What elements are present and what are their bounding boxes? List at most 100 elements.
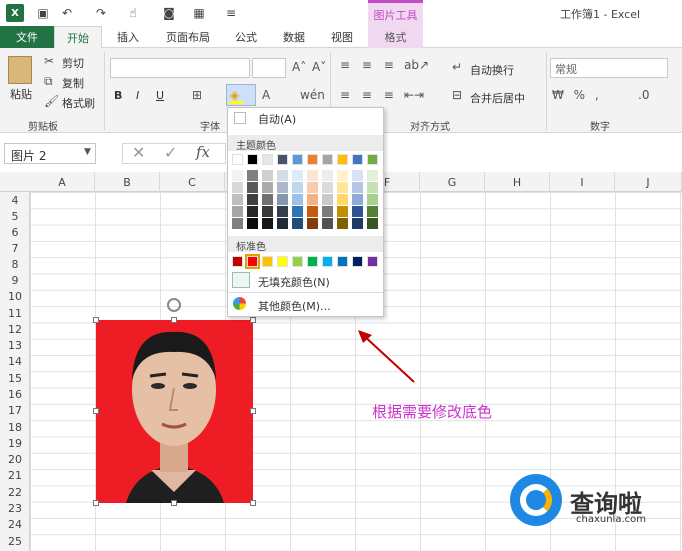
resize-handle[interactable] (250, 500, 256, 506)
id-photo[interactable] (96, 320, 253, 503)
color-swatch[interactable] (292, 182, 303, 193)
row-header[interactable]: 9 (0, 272, 30, 288)
phonetic-icon[interactable]: wén (300, 88, 325, 102)
color-swatch[interactable] (367, 256, 378, 267)
no-fill-option[interactable]: 无填充颜色(N) (258, 274, 330, 290)
color-swatch[interactable] (367, 218, 378, 229)
color-swatch[interactable] (352, 218, 363, 229)
resize-handle[interactable] (93, 500, 99, 506)
color-swatch[interactable] (337, 154, 348, 165)
color-swatch[interactable] (292, 218, 303, 229)
column-header[interactable]: G (420, 172, 485, 192)
row-header[interactable]: 14 (0, 353, 30, 369)
color-swatch[interactable] (277, 182, 288, 193)
color-swatch[interactable] (292, 170, 303, 181)
paste-icon[interactable] (8, 56, 32, 84)
cut-button[interactable]: 剪切 (62, 55, 84, 71)
underline-button[interactable]: U (156, 89, 164, 102)
insert-function-button[interactable]: fx (196, 143, 210, 161)
resize-handle[interactable] (250, 408, 256, 414)
color-swatch[interactable] (322, 170, 333, 181)
bold-button[interactable]: B (114, 89, 122, 102)
color-swatch-selected[interactable] (245, 254, 260, 269)
color-swatch[interactable] (247, 218, 258, 229)
row-header[interactable]: 7 (0, 240, 30, 256)
color-swatch[interactable] (262, 154, 273, 165)
row-header[interactable]: 21 (0, 467, 30, 483)
format-painter-button[interactable]: 格式刷 (62, 95, 95, 111)
color-swatch[interactable] (277, 194, 288, 205)
cancel-icon[interactable]: ✕ (132, 143, 145, 162)
color-swatch[interactable] (322, 256, 333, 267)
row-header[interactable]: 24 (0, 516, 30, 532)
merge-center-button[interactable]: 合并后居中 (470, 90, 525, 106)
color-swatch[interactable] (322, 218, 333, 229)
row-header[interactable]: 12 (0, 321, 30, 337)
color-swatch[interactable] (292, 206, 303, 217)
number-format-icons[interactable]: ₩ % , (552, 88, 602, 102)
color-swatch[interactable] (367, 182, 378, 193)
resize-handle[interactable] (171, 317, 177, 323)
grow-font-icon[interactable]: A˄ (292, 60, 306, 74)
color-swatch[interactable] (307, 194, 318, 205)
row-header[interactable]: 8 (0, 256, 30, 272)
tab-format[interactable]: 格式 (368, 26, 423, 48)
row-header[interactable]: 15 (0, 370, 30, 386)
resize-handle[interactable] (171, 500, 177, 506)
color-swatch[interactable] (337, 256, 348, 267)
row-header[interactable]: 22 (0, 484, 30, 500)
font-color-icon[interactable]: A (262, 88, 270, 102)
color-swatch[interactable] (277, 206, 288, 217)
color-swatch[interactable] (352, 182, 363, 193)
name-box[interactable]: 图片 2 (4, 143, 96, 164)
color-swatch[interactable] (232, 154, 243, 165)
layout-icon[interactable]: ▦ (190, 4, 208, 22)
color-swatch[interactable] (307, 206, 318, 217)
color-swatch[interactable] (352, 154, 363, 165)
color-swatch[interactable] (322, 154, 333, 165)
border-icon[interactable]: ⊞ (192, 88, 202, 102)
color-swatch[interactable] (247, 154, 258, 165)
color-swatch[interactable] (232, 256, 243, 267)
color-swatch[interactable] (337, 206, 348, 217)
color-swatch[interactable] (352, 206, 363, 217)
touch-mode-icon[interactable]: ☝ (124, 4, 142, 22)
resize-handle[interactable] (93, 408, 99, 414)
shrink-font-icon[interactable]: A˅ (312, 60, 326, 74)
more-colors-option[interactable]: 其他颜色(M)... (258, 298, 331, 314)
column-header[interactable]: B (95, 172, 160, 192)
row-header[interactable]: 16 (0, 386, 30, 402)
color-swatch[interactable] (307, 256, 318, 267)
italic-button[interactable]: I (136, 89, 139, 102)
tab-data[interactable]: 数据 (274, 26, 314, 48)
row-header[interactable]: 4 (0, 192, 30, 208)
color-swatch[interactable] (307, 170, 318, 181)
color-swatch[interactable] (277, 170, 288, 181)
color-swatch[interactable] (292, 256, 303, 267)
color-swatch[interactable] (322, 206, 333, 217)
column-header[interactable]: I (550, 172, 615, 192)
number-format-dropdown[interactable]: 常规 (550, 58, 668, 78)
row-header[interactable]: 10 (0, 288, 30, 304)
color-swatch[interactable] (262, 194, 273, 205)
font-name-dropdown[interactable] (110, 58, 250, 78)
row-header[interactable]: 17 (0, 402, 30, 418)
color-swatch[interactable] (277, 218, 288, 229)
color-swatch[interactable] (367, 194, 378, 205)
color-swatch[interactable] (352, 256, 363, 267)
tab-home[interactable]: 开始 (54, 26, 102, 49)
tab-view[interactable]: 视图 (322, 26, 362, 48)
color-swatch[interactable] (247, 170, 258, 181)
color-swatch[interactable] (352, 194, 363, 205)
color-swatch[interactable] (232, 218, 243, 229)
decimal-icons[interactable]: .0 (638, 88, 649, 102)
color-swatch[interactable] (292, 154, 303, 165)
color-swatch[interactable] (232, 170, 243, 181)
tab-file[interactable]: 文件 (0, 26, 54, 48)
row-header[interactable]: 23 (0, 500, 30, 516)
indent-icon[interactable]: ⇤⇥ (404, 88, 424, 102)
redo-icon[interactable]: ↷ (92, 4, 110, 22)
color-swatch[interactable] (277, 154, 288, 165)
color-swatch[interactable] (292, 194, 303, 205)
save-icon[interactable]: ▣ (34, 4, 52, 22)
